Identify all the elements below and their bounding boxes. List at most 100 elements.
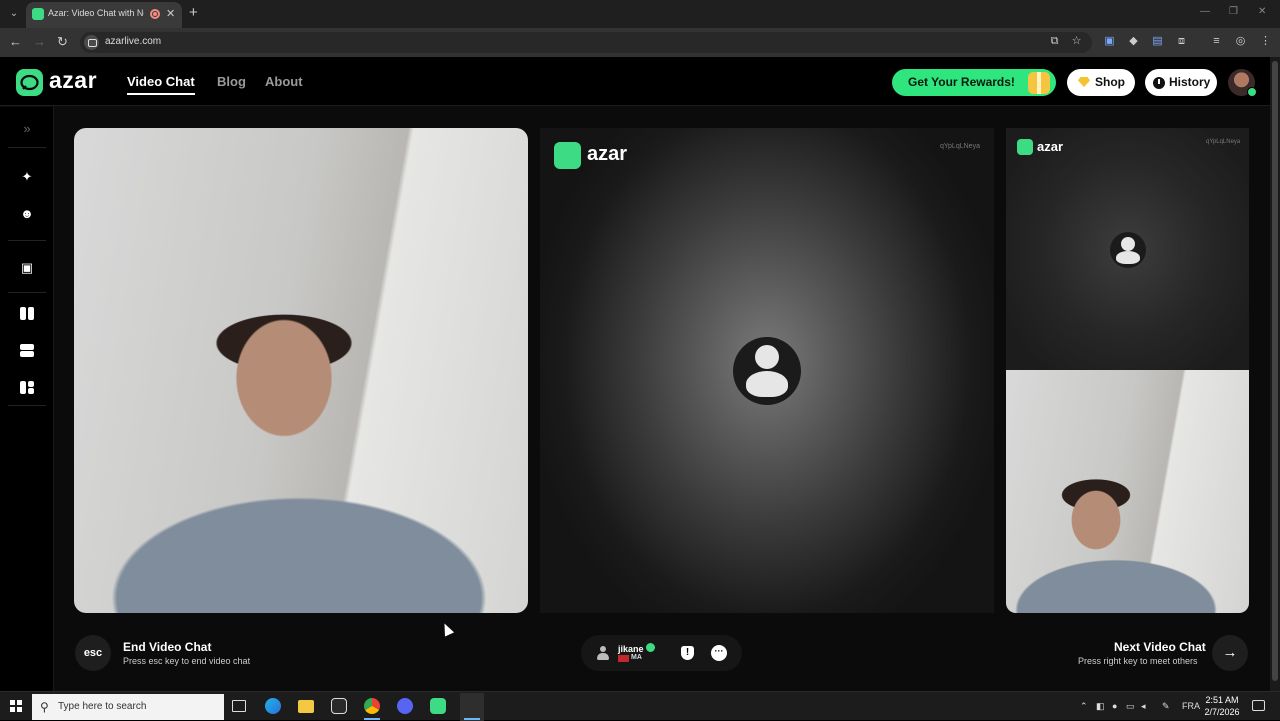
gem-icon [1078, 77, 1090, 87]
sidebar-expand-icon[interactable]: » [19, 121, 35, 137]
scroll-thumb[interactable] [1272, 61, 1278, 681]
browser-menu-icon[interactable]: ⋮ [1259, 35, 1272, 48]
maximize-icon[interactable]: ❐ [1229, 6, 1238, 17]
partner-placeholder-icon [733, 337, 801, 405]
chat-icon[interactable]: ··· [711, 645, 727, 661]
forward-icon[interactable]: → [33, 34, 46, 49]
network-icon[interactable]: ▭ [1126, 701, 1135, 712]
extensions-puzzle-icon[interactable]: ⧈ [1175, 35, 1188, 48]
tray-overflow-icon[interactable]: ⌃ [1080, 701, 1088, 712]
azar-favicon-icon [32, 8, 44, 20]
taskbar-clock[interactable]: 2:51 AM 2/7/2026 [1198, 694, 1246, 718]
store-icon[interactable] [331, 698, 347, 714]
verified-icon [646, 643, 655, 652]
tab-close-icon[interactable]: ✕ [166, 7, 175, 20]
new-tab-icon[interactable]: + [189, 4, 198, 21]
windows-start-icon[interactable] [10, 700, 22, 712]
partner-video: azar qYpLqLNeya [540, 128, 994, 613]
end-chat-button[interactable]: esc [75, 635, 111, 671]
azar-page: azar Video Chat Blog About Get Your Rewa… [0, 57, 1280, 691]
partner-watermark: qYpLqLNeya [940, 143, 980, 150]
sidebar-divider [8, 405, 46, 406]
arrow-right-icon: → [1222, 644, 1238, 661]
nav-video-chat[interactable]: Video Chat [127, 74, 195, 95]
next-partner-preview: azar qYpLqLNeya [1006, 128, 1249, 370]
install-app-icon[interactable]: ⧉ [1048, 35, 1061, 48]
sidebar-divider [8, 147, 46, 148]
emoji-icon[interactable]: ☻ [19, 206, 35, 222]
sidebar-divider [8, 292, 46, 293]
profile-icon[interactable]: ◎ [1234, 35, 1247, 48]
taskbar-search-input[interactable]: ⚲ Type here to search [32, 694, 224, 720]
azar-app-icon[interactable] [430, 698, 446, 714]
tab-search-icon[interactable]: ⌄ [6, 6, 22, 22]
brand-logo-text[interactable]: azar [49, 67, 97, 94]
site-info-icon[interactable] [84, 35, 99, 50]
tray-app-icon[interactable]: ◧ [1096, 701, 1105, 712]
windows-taskbar: ⚲ Type here to search ⌃ ◧ ● ▭ ◂ ✎ FRA 2:… [0, 691, 1280, 721]
next-chat-button[interactable]: → [1212, 635, 1248, 671]
reload-icon[interactable]: ↻ [57, 34, 68, 50]
notification-icon[interactable] [1252, 700, 1265, 711]
tool-sidebar: » ✦ ☻ ▣ [0, 107, 54, 691]
next-chat-title: Next Video Chat [1114, 640, 1206, 654]
page-scrollbar[interactable] [1270, 57, 1280, 691]
partner-name[interactable]: jikane [618, 644, 644, 654]
partner-info-bar: jikane MA ! ··· [581, 635, 742, 671]
country-flag-icon [618, 655, 629, 662]
microphone-icon[interactable]: ● [1112, 701, 1117, 711]
pen-icon[interactable]: ✎ [1162, 701, 1170, 712]
magic-wand-icon[interactable]: ✦ [19, 169, 35, 185]
history-button[interactable]: History [1145, 69, 1217, 96]
browser-tab[interactable]: Azar: Video Chat with New ✕ [26, 2, 182, 28]
clock-time: 2:51 AM [1205, 695, 1239, 705]
rewards-label: Get Your Rewards! [908, 75, 1015, 89]
address-bar[interactable]: azarlive.com [80, 32, 1092, 53]
self-camera-preview [1006, 370, 1249, 613]
browser-tabstrip: ⌄ Azar: Video Chat with New ✕ + — ❐ ✕ [0, 0, 1280, 28]
online-badge-icon [1247, 87, 1257, 97]
tab-title: Azar: Video Chat with New [48, 8, 144, 18]
task-view-icon[interactable] [232, 700, 246, 712]
nav-blog[interactable]: Blog [217, 74, 246, 89]
user-avatar[interactable] [1228, 69, 1257, 97]
layout-side-by-side-icon[interactable] [20, 307, 34, 320]
self-camera-video [74, 128, 528, 613]
recording-icon [150, 9, 160, 19]
edge-icon[interactable] [265, 698, 281, 714]
file-explorer-icon[interactable] [298, 700, 314, 713]
end-chat-hint: Press esc key to end video chat [123, 656, 251, 666]
media-control-icon[interactable]: ≡ [1210, 35, 1223, 48]
back-icon[interactable]: ← [9, 34, 22, 49]
layout-stacked-icon[interactable] [20, 344, 34, 357]
window-close-icon[interactable]: ✕ [1258, 6, 1266, 17]
screen-recorder-icon[interactable] [460, 693, 484, 721]
chrome-icon[interactable] [364, 698, 380, 714]
sidebar-divider [8, 240, 46, 241]
preview-placeholder-icon [1110, 232, 1146, 268]
get-rewards-button[interactable]: Get Your Rewards! [892, 69, 1056, 96]
discord-icon[interactable] [397, 698, 413, 714]
photo-extension-icon[interactable]: ▤ [1151, 35, 1164, 48]
search-placeholder: Type here to search [58, 701, 147, 712]
sticker-icon[interactable]: ▣ [19, 260, 35, 276]
extension-icon[interactable]: ◆ [1127, 35, 1140, 48]
bookmark-star-icon[interactable]: ☆ [1070, 35, 1083, 48]
azar-logo-icon[interactable] [16, 69, 43, 96]
end-chat-title: End Video Chat [123, 640, 212, 654]
url-text: azarlive.com [105, 36, 162, 47]
search-icon: ⚲ [40, 700, 49, 714]
translate-extension-icon[interactable]: ▣ [1103, 35, 1116, 48]
mouse-cursor-icon [439, 621, 455, 637]
shop-button[interactable]: Shop [1067, 69, 1135, 96]
nav-about[interactable]: About [265, 74, 303, 89]
minimize-icon[interactable]: — [1200, 6, 1210, 17]
volume-icon[interactable]: ◂ [1141, 701, 1146, 712]
report-icon[interactable]: ! [681, 646, 694, 660]
partner-profile-icon[interactable] [597, 646, 609, 660]
browser-toolbar: ← → ↻ azarlive.com [0, 28, 1280, 57]
gift-icon [1028, 72, 1050, 94]
layout-grid-icon[interactable] [20, 381, 34, 394]
preview-watermark: qYpLqLNeya [1206, 139, 1241, 145]
site-header: azar Video Chat Blog About Get Your Rewa… [0, 57, 1270, 106]
